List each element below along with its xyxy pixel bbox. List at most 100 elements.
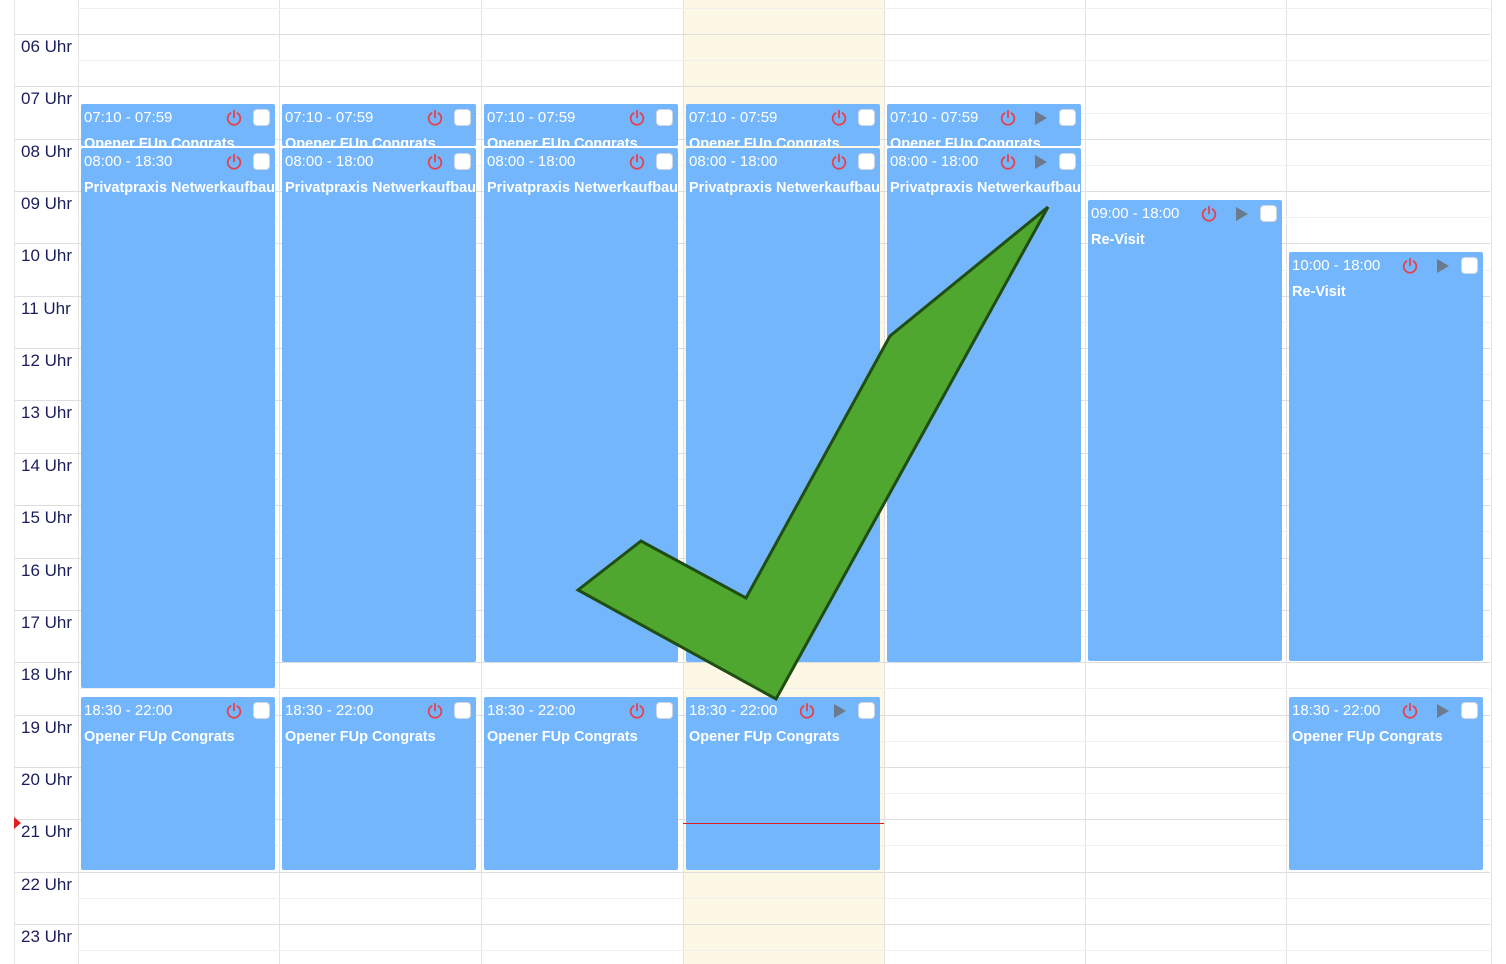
current-time-line [683, 823, 884, 824]
calendar-event[interactable]: 18:30 - 22:00 Opener FUp Congrats [81, 697, 275, 870]
calendar-event[interactable]: 07:10 - 07:59 Opener FUp Congrats [887, 104, 1081, 146]
hour-label: 15 Uhr [21, 508, 73, 527]
calendar-event[interactable]: 08:00 - 18:00 Privatpraxis Netwerkaufbau [887, 148, 1081, 662]
calendar-event[interactable]: 10:00 - 18:00 Re-Visit [1289, 252, 1483, 661]
power-icon[interactable] [798, 702, 816, 720]
hour-label: 21 Uhr [21, 822, 73, 841]
event-time: 07:10 - 07:59 [487, 109, 576, 126]
event-title: Privatpraxis Netwerkaufbau [890, 180, 1081, 196]
event-title: Re-Visit [1292, 284, 1346, 300]
event-checkbox[interactable] [1059, 153, 1076, 170]
play-icon[interactable] [1034, 110, 1048, 126]
calendar-event[interactable]: 09:00 - 18:00 Re-Visit [1088, 200, 1282, 661]
event-checkbox[interactable] [454, 702, 471, 719]
event-title: Opener FUp Congrats [285, 136, 436, 146]
event-checkbox[interactable] [454, 153, 471, 170]
event-title: Opener FUp Congrats [487, 729, 638, 745]
hour-label: 23 Uhr [21, 927, 73, 946]
half-hour-grid-line [78, 950, 1490, 951]
play-icon[interactable] [1235, 206, 1249, 222]
event-checkbox[interactable] [1461, 702, 1478, 719]
power-icon[interactable] [830, 153, 848, 171]
event-time: 18:30 - 22:00 [285, 702, 374, 719]
hour-label: 12 Uhr [21, 351, 73, 370]
power-icon[interactable] [830, 109, 848, 127]
hour-grid-line [14, 86, 1490, 87]
power-icon[interactable] [225, 153, 243, 171]
event-checkbox[interactable] [454, 109, 471, 126]
calendar-event[interactable]: 07:10 - 07:59 Opener FUp Congrats [282, 104, 476, 146]
power-icon[interactable] [999, 153, 1017, 171]
play-icon[interactable] [1436, 258, 1450, 274]
calendar-event[interactable]: 08:00 - 18:00 Privatpraxis Netwerkaufbau [484, 148, 678, 662]
play-icon[interactable] [1436, 703, 1450, 719]
event-title: Privatpraxis Netwerkaufbau [285, 180, 476, 196]
half-hour-grid-line [78, 898, 1490, 899]
event-checkbox[interactable] [1059, 109, 1076, 126]
event-checkbox[interactable] [858, 109, 875, 126]
event-time: 07:10 - 07:59 [84, 109, 173, 126]
hour-label: 11 Uhr [21, 299, 71, 318]
power-icon[interactable] [1401, 702, 1419, 720]
event-title: Opener FUp Congrats [84, 136, 235, 146]
event-checkbox[interactable] [656, 109, 673, 126]
calendar-event[interactable]: 08:00 - 18:00 Privatpraxis Netwerkaufbau [686, 148, 880, 662]
event-time: 09:00 - 18:00 [1091, 205, 1180, 222]
event-checkbox[interactable] [1461, 257, 1478, 274]
power-icon[interactable] [225, 109, 243, 127]
event-time: 07:10 - 07:59 [890, 109, 979, 126]
event-checkbox[interactable] [858, 153, 875, 170]
power-icon[interactable] [426, 702, 444, 720]
hour-label: 17 Uhr [21, 613, 73, 632]
event-checkbox[interactable] [1260, 205, 1277, 222]
power-icon[interactable] [628, 153, 646, 171]
hour-grid-line [14, 34, 1490, 35]
hour-label: 10 Uhr [21, 246, 73, 265]
power-icon[interactable] [1200, 205, 1218, 223]
calendar-event[interactable]: 18:30 - 22:00 Opener FUp Congrats [686, 697, 880, 870]
current-time-marker [14, 817, 21, 829]
event-checkbox[interactable] [656, 702, 673, 719]
play-icon[interactable] [833, 703, 847, 719]
hour-label: 09 Uhr [21, 194, 73, 213]
power-icon[interactable] [999, 109, 1017, 127]
power-icon[interactable] [628, 109, 646, 127]
power-icon[interactable] [426, 109, 444, 127]
week-calendar: 06 Uhr 07 Uhr 08 Uhr 09 Uhr 10 Uhr 11 Uhr 12 U… [0, 0, 1506, 964]
event-checkbox[interactable] [253, 702, 270, 719]
hour-label: 19 Uhr [21, 718, 73, 737]
event-checkbox[interactable] [858, 702, 875, 719]
event-time: 08:00 - 18:00 [285, 153, 374, 170]
event-title: Opener FUp Congrats [1292, 729, 1443, 745]
event-checkbox[interactable] [656, 153, 673, 170]
event-time: 07:10 - 07:59 [689, 109, 778, 126]
hour-label: 14 Uhr [21, 456, 73, 475]
calendar-event[interactable]: 18:30 - 22:00 Opener FUp Congrats [484, 697, 678, 870]
hour-label: 22 Uhr [21, 875, 73, 894]
calendar-event[interactable]: 18:30 - 22:00 Opener FUp Congrats [1289, 697, 1483, 870]
event-checkbox[interactable] [253, 153, 270, 170]
event-checkbox[interactable] [253, 109, 270, 126]
play-icon[interactable] [1034, 154, 1048, 170]
hour-label: 08 Uhr [21, 142, 73, 161]
power-icon[interactable] [1401, 257, 1419, 275]
calendar-event[interactable]: 18:30 - 22:00 Opener FUp Congrats [282, 697, 476, 870]
power-icon[interactable] [426, 153, 444, 171]
power-icon[interactable] [225, 702, 243, 720]
hour-grid-line [14, 924, 1490, 925]
event-time: 10:00 - 18:00 [1292, 257, 1381, 274]
hour-label: 20 Uhr [21, 770, 73, 789]
calendar-event[interactable]: 07:10 - 07:59 Opener FUp Congrats [81, 104, 275, 146]
event-title: Re-Visit [1091, 232, 1145, 248]
hour-label: 06 Uhr [21, 37, 73, 56]
calendar-event[interactable]: 07:10 - 07:59 Opener FUp Congrats [484, 104, 678, 146]
calendar-event[interactable]: 07:10 - 07:59 Opener FUp Congrats [686, 104, 880, 146]
power-icon[interactable] [628, 702, 646, 720]
calendar-event[interactable]: 08:00 - 18:30 Privatpraxis Netwerkaufbau [81, 148, 275, 688]
half-hour-grid-line [78, 688, 1490, 689]
calendar-event[interactable]: 08:00 - 18:00 Privatpraxis Netwerkaufbau [282, 148, 476, 662]
event-title: Opener FUp Congrats [689, 729, 840, 745]
event-time: 08:00 - 18:30 [84, 153, 173, 170]
event-title: Opener FUp Congrats [890, 136, 1041, 146]
event-time: 08:00 - 18:00 [689, 153, 778, 170]
